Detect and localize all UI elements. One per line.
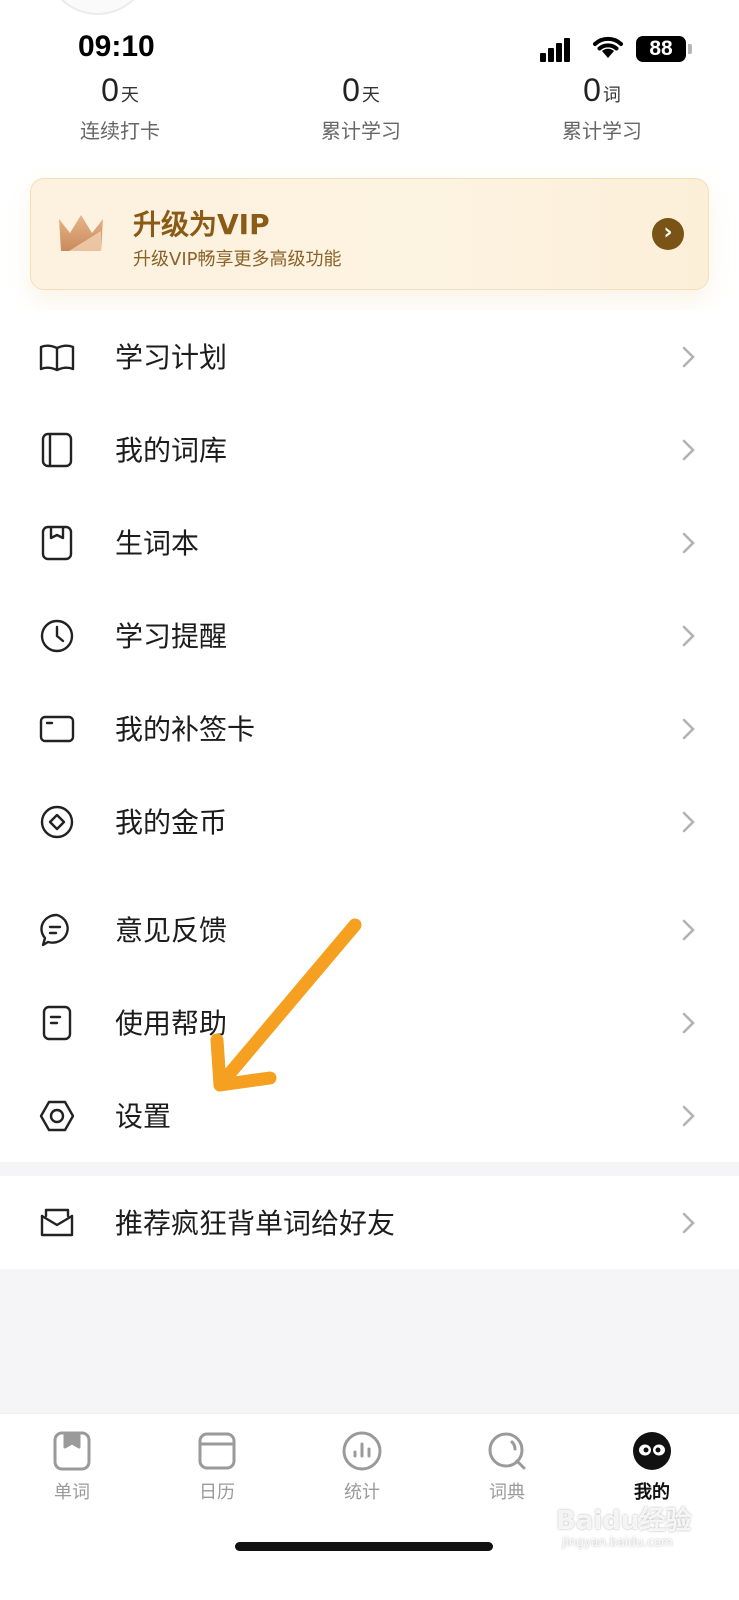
envelope-icon bbox=[40, 1208, 74, 1237]
crown-icon bbox=[59, 215, 103, 251]
menu-label: 我的补签卡 bbox=[115, 713, 256, 746]
tab-label: 单词 bbox=[54, 1482, 90, 1503]
menu-label: 推荐疯狂背单词给好友 bbox=[115, 1207, 396, 1240]
status-time: 09:10 bbox=[78, 30, 155, 63]
chevron-right-icon bbox=[682, 919, 695, 941]
watermark-brand: Baidu经验 bbox=[556, 1506, 692, 1536]
watermark-domain: jingyan.baidu.com bbox=[562, 1535, 673, 1549]
menu-label: 生词本 bbox=[115, 527, 200, 560]
stat-unit: 天 bbox=[120, 85, 139, 106]
tab-stats[interactable]: 统计 bbox=[312, 1430, 412, 1504]
stat-value: 0 bbox=[583, 72, 601, 108]
menu-label: 我的金币 bbox=[115, 806, 228, 839]
menu-item-study-plan[interactable]: 学习计划 bbox=[0, 310, 739, 403]
chevron-right-icon bbox=[682, 718, 695, 740]
help-doc-icon bbox=[42, 1005, 72, 1041]
menu-group-support: 意见反馈 使用帮助 设置 bbox=[0, 883, 739, 1162]
chevron-right-icon bbox=[682, 1012, 695, 1034]
menu-item-feedback[interactable]: 意见反馈 bbox=[0, 883, 739, 976]
menu-label: 学习提醒 bbox=[115, 620, 228, 653]
menu-item-help[interactable]: 使用帮助 bbox=[0, 976, 739, 1069]
stat-label: 连续打卡 bbox=[80, 119, 160, 143]
tab-words[interactable]: 单词 bbox=[22, 1430, 122, 1504]
stat-label: 累计学习 bbox=[562, 119, 642, 143]
notebook-icon bbox=[41, 432, 73, 468]
stat-streak[interactable]: 0天 连续打卡 bbox=[40, 72, 200, 144]
vip-title: 升级为VIP bbox=[133, 208, 270, 241]
tab-label: 词典 bbox=[489, 1482, 525, 1503]
menu-item-settings[interactable]: 设置 bbox=[0, 1069, 739, 1162]
bookmark-book-icon bbox=[41, 525, 73, 561]
chevron-right-icon bbox=[682, 346, 695, 368]
menu-item-vocab-book[interactable]: 生词本 bbox=[0, 496, 739, 589]
stat-label: 累计学习 bbox=[321, 119, 401, 143]
tab-calendar[interactable]: 日历 bbox=[167, 1430, 267, 1504]
calendar-icon bbox=[198, 1432, 236, 1470]
chevron-right-icon bbox=[682, 439, 695, 461]
stats-icon bbox=[342, 1431, 382, 1471]
vip-upgrade-card[interactable]: 升级为VIP 升级VIP畅享更多高级功能 › bbox=[30, 178, 709, 290]
vip-subtitle: 升级VIP畅享更多高级功能 bbox=[133, 249, 342, 270]
cellular-signal-icon bbox=[540, 36, 578, 62]
menu-group-share: 推荐疯狂背单词给好友 bbox=[0, 1176, 739, 1269]
menu-label: 意见反馈 bbox=[115, 914, 228, 947]
chat-bubble-icon bbox=[40, 913, 69, 947]
tab-label: 统计 bbox=[344, 1482, 380, 1503]
menu-item-gold-coins[interactable]: 我的金币 bbox=[0, 775, 739, 868]
menu-item-study-reminder[interactable]: 学习提醒 bbox=[0, 589, 739, 682]
stat-unit: 词 bbox=[602, 85, 621, 106]
chevron-right-icon bbox=[682, 1105, 695, 1127]
menu-item-recommend-friend[interactable]: 推荐疯狂背单词给好友 bbox=[0, 1176, 739, 1269]
word-book-icon bbox=[53, 1431, 91, 1471]
stat-total-words[interactable]: 0词 累计学习 bbox=[522, 72, 682, 144]
chevron-right-icon bbox=[682, 811, 695, 833]
tab-label: 日历 bbox=[199, 1482, 235, 1503]
chevron-right-icon bbox=[682, 625, 695, 647]
stat-total-days[interactable]: 0天 累计学习 bbox=[281, 72, 441, 144]
stat-unit: 天 bbox=[361, 85, 380, 106]
status-bar: 09:10 88 bbox=[0, 0, 739, 80]
menu-item-makeup-card[interactable]: 我的补签卡 bbox=[0, 682, 739, 775]
chevron-right-icon bbox=[682, 1212, 695, 1234]
menu-group-main: 学习计划 我的词库 生词本 学习提醒 我的补签卡 我的金币 bbox=[0, 310, 739, 868]
menu-item-word-library[interactable]: 我的词库 bbox=[0, 403, 739, 496]
stat-value: 0 bbox=[342, 72, 360, 108]
battery-level: 88 bbox=[636, 36, 686, 62]
vip-arrow-icon[interactable]: › bbox=[652, 218, 684, 250]
home-indicator bbox=[235, 1542, 493, 1551]
stats-row: 0天 连续打卡 0天 累计学习 0词 累计学习 bbox=[0, 72, 739, 152]
battery-cap-icon bbox=[688, 44, 692, 54]
stat-value: 0 bbox=[101, 72, 119, 108]
card-icon bbox=[39, 715, 75, 743]
menu-label: 使用帮助 bbox=[115, 1007, 228, 1040]
book-open-icon bbox=[39, 344, 75, 372]
clock-icon bbox=[40, 619, 74, 653]
menu-label: 我的词库 bbox=[115, 434, 228, 467]
dictionary-search-icon bbox=[488, 1432, 526, 1470]
tab-dictionary[interactable]: 词典 bbox=[457, 1430, 557, 1504]
baidu-watermark: Baidu经验 jingyan.baidu.com bbox=[556, 1500, 716, 1560]
tab-profile[interactable]: 我的 bbox=[602, 1430, 702, 1504]
profile-mascot-icon bbox=[633, 1432, 671, 1470]
menu-label: 学习计划 bbox=[115, 341, 228, 374]
gear-hexagon-icon bbox=[39, 1100, 75, 1132]
menu-label: 设置 bbox=[115, 1100, 172, 1133]
wifi-icon bbox=[593, 36, 623, 58]
chevron-right-icon bbox=[682, 532, 695, 554]
coin-icon bbox=[40, 805, 74, 839]
